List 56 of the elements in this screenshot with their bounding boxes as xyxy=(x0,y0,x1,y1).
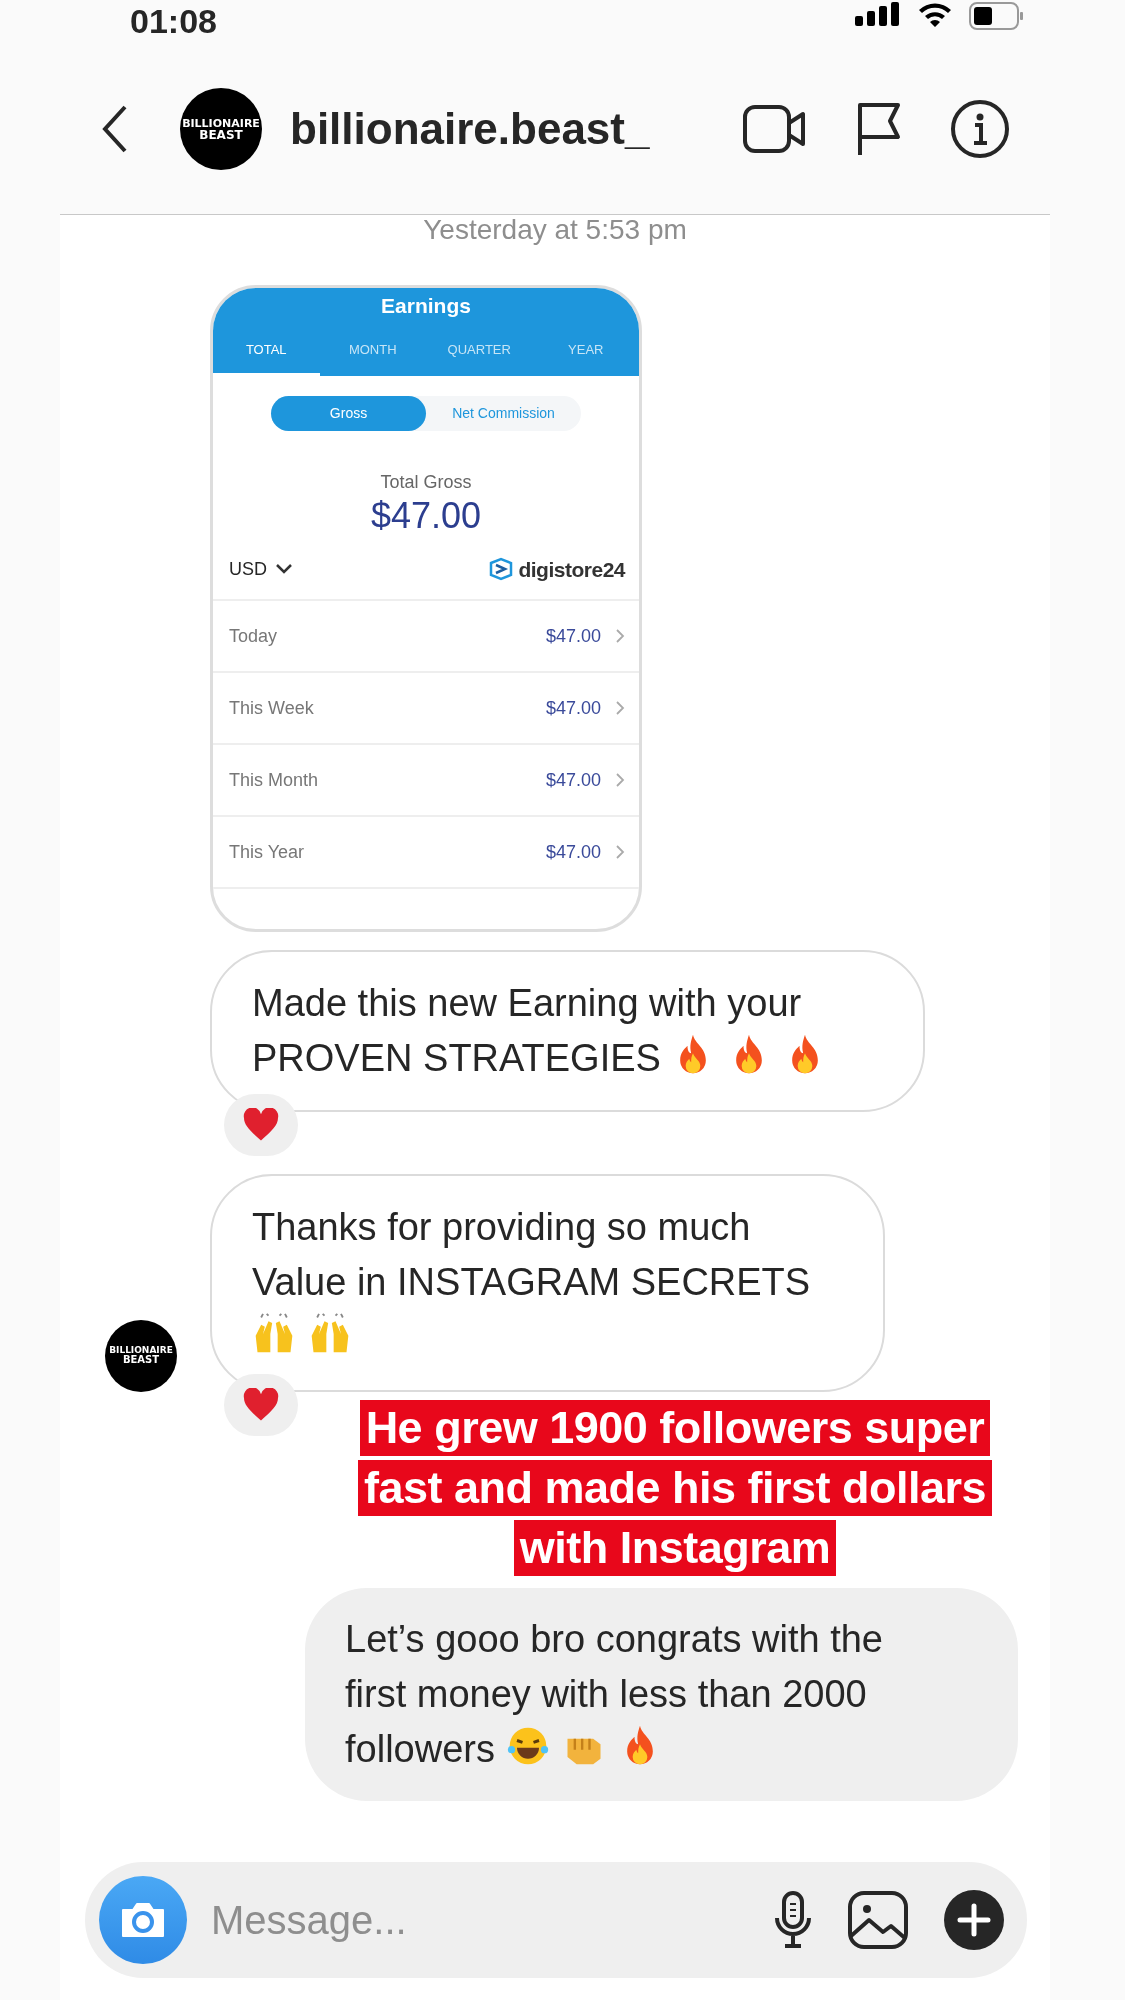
heart-icon xyxy=(242,1387,280,1422)
chevron-right-icon xyxy=(615,844,625,861)
microphone-icon xyxy=(773,1890,813,1950)
message-input[interactable]: Message... xyxy=(209,1889,739,1951)
avatar: BILLIONAIRE BEAST xyxy=(105,1319,177,1392)
gross-commission-toggle[interactable]: Gross Net Commission xyxy=(271,396,581,431)
camera-button[interactable] xyxy=(99,1876,187,1964)
avatar: BILLIONAIRE BEAST xyxy=(180,88,262,170)
plus-icon xyxy=(943,1889,1005,1951)
row-label: This Month xyxy=(229,768,319,792)
row-amount: $47.00 xyxy=(545,768,601,792)
earnings-row[interactable]: This Year $47.00 xyxy=(213,817,639,890)
camera-icon xyxy=(119,1900,167,1940)
add-button[interactable] xyxy=(943,1889,1005,1951)
gallery-button[interactable] xyxy=(847,1890,909,1950)
voice-button[interactable] xyxy=(773,1890,813,1950)
toggle-option[interactable]: Gross xyxy=(271,396,426,431)
message-bubble: Let’s gooo bro congrats with the first money with less than 2000 followers xyxy=(305,1587,1018,1801)
status-time: 01:08 xyxy=(130,2,217,40)
chevron-right-icon xyxy=(615,772,625,789)
message-bubble: Thanks for providing so much Value in INSTAGRAM SECRETS xyxy=(210,1174,885,1392)
currency-select[interactable]: USD xyxy=(229,555,293,583)
row-amount: $47.00 xyxy=(545,624,601,648)
heart-icon xyxy=(242,1108,280,1143)
row-label: This Year xyxy=(229,840,305,864)
wifi-icon xyxy=(917,2,953,28)
toggle-option[interactable]: Net Commission xyxy=(426,396,581,431)
message-bubble: Made this new Earning with your PROVEN STRATEGIES xyxy=(210,950,925,1113)
battery-icon xyxy=(969,2,1025,30)
total-label: Total Gross xyxy=(379,471,473,494)
earnings-row[interactable]: Today $47.00 xyxy=(213,601,639,674)
period-tab[interactable]: MONTH xyxy=(319,321,426,376)
period-tab[interactable]: YEAR xyxy=(532,321,639,376)
earnings-row[interactable]: This Week $47.00 xyxy=(213,673,639,746)
period-tab[interactable]: TOTAL xyxy=(213,321,320,376)
row-amount: $47.00 xyxy=(545,696,601,720)
info-icon[interactable] xyxy=(950,99,1010,159)
message-field[interactable]: Message... xyxy=(85,1862,1027,1978)
row-label: This Week xyxy=(229,696,314,720)
brand-name: digistore24 xyxy=(518,556,625,583)
row-label: Today xyxy=(229,624,278,648)
timestamp: Yesterday at 5:53 pm xyxy=(422,215,688,245)
chevron-right-icon xyxy=(615,700,625,717)
chevron-right-icon xyxy=(615,628,625,645)
logo-icon xyxy=(488,557,515,582)
username[interactable]: billionaire.beast_ xyxy=(290,96,650,162)
flag-icon[interactable] xyxy=(856,101,902,157)
screen-title: Earnings xyxy=(380,293,472,319)
total-amount: $47.00 xyxy=(369,496,483,536)
period-tab[interactable]: QUARTER xyxy=(426,321,533,376)
video-call-icon[interactable] xyxy=(742,104,808,154)
signal-icon xyxy=(855,2,901,26)
row-amount: $47.00 xyxy=(545,840,601,864)
image-icon xyxy=(847,1890,909,1950)
chevron-down-icon xyxy=(275,563,293,576)
earnings-row[interactable]: This Month $47.00 xyxy=(213,745,639,818)
